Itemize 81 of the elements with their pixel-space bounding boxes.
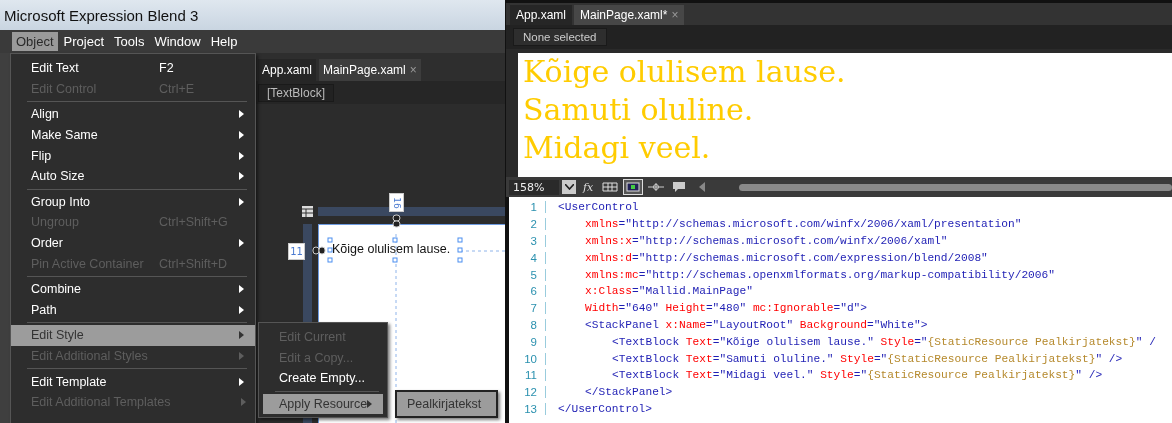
code-line: xmlns:x="http://schemas.microsoft.com/winfx/2006/xaml"	[584, 235, 948, 247]
menu-bar-item[interactable]: Window	[150, 32, 205, 51]
document-tab[interactable]: App.xaml	[258, 59, 317, 81]
submenu-arrow-icon	[239, 131, 244, 140]
line-number: 4	[509, 251, 546, 264]
line-number: 3	[509, 235, 546, 247]
line-number: 13	[509, 402, 546, 415]
code-line: xmlns:d="http://schemas.microsoft.com/expression/blend/2008"	[584, 251, 988, 264]
code-line: xmlns="http://schemas.microsoft.com/winfx/2006/xaml/presentation"	[584, 218, 1022, 231]
menu-item[interactable]: Flip	[11, 145, 255, 166]
line-number: 7	[509, 302, 546, 315]
margin-badge: 16	[389, 193, 404, 212]
zoom-field[interactable]: 158%	[509, 179, 559, 195]
submenu-arrow-icon	[239, 172, 244, 181]
code-line: xmlns:mc="http://schemas.openxmlformats.org/markup-compatibility/2006"	[584, 268, 1055, 281]
code-line: x:Class="Mallid.MainPage"	[584, 285, 753, 298]
caret-icon	[564, 184, 574, 190]
code-line: <UserControl	[558, 201, 639, 214]
document-tab[interactable]: MainPage.xaml ×	[319, 59, 421, 81]
submenu-arrow-icon	[239, 305, 244, 314]
document-tab[interactable]: MainPage.xaml* ×	[574, 5, 685, 25]
menu-bar-item[interactable]: Help	[206, 32, 242, 51]
line-number: 12	[509, 386, 546, 399]
scrollbar[interactable]	[739, 183, 1172, 191]
chain-icon[interactable]	[392, 214, 401, 228]
grid-icon[interactable]	[302, 206, 313, 217]
margin-badge: 11	[288, 243, 305, 260]
code-line: Width="640" Height="480" mc:Ignorable="d">	[584, 302, 868, 315]
submenu-arrow-icon	[239, 197, 244, 206]
submenu-arrow-icon	[239, 285, 244, 294]
window-title: Microsoft Expression Blend 3	[4, 6, 199, 24]
submenu-arrow-icon	[239, 239, 244, 248]
menu-bar-item[interactable]: Object	[12, 32, 58, 51]
submenu-arrow-icon	[367, 400, 373, 409]
submenu-arrow-icon	[240, 398, 246, 407]
menu-item[interactable]: Edit Text F2	[11, 58, 255, 79]
chain-icon[interactable]	[312, 246, 326, 255]
menu-item[interactable]: Edit Style	[11, 325, 255, 346]
menu-bar-item[interactable]: Project	[59, 32, 109, 51]
menu-item[interactable]: Combine	[11, 278, 255, 300]
code-line: </StackPanel>	[584, 386, 673, 399]
grid-icon[interactable]	[600, 179, 621, 195]
menu-item[interactable]: Auto Size	[11, 165, 255, 187]
code-line: <TextBlock Text="Samuti oluline." Style="{StaticResource Pealkirjatekst}" />	[611, 352, 1123, 365]
line-number: 8	[509, 318, 546, 331]
snap-icon[interactable]	[623, 179, 644, 195]
menu-item[interactable]: Align	[11, 104, 255, 125]
menu-item[interactable]: Make Same	[11, 124, 255, 146]
code-line: </UserControl>	[558, 402, 652, 415]
line-number: 1	[509, 201, 546, 214]
menu-bar-item[interactable]: Tools	[110, 32, 149, 51]
heading-text: Samuti oluline.	[523, 91, 755, 129]
code-line: <TextBlock Text="Kõige olulisem lause." Style="{StaticResource Pealkirjatekst}" /	[611, 335, 1156, 348]
breadcrumb[interactable]: None selected	[513, 28, 607, 46]
scroll-left-icon[interactable]	[698, 182, 707, 192]
line-number: 6	[509, 285, 546, 298]
line-number: 5	[509, 268, 546, 281]
breadcrumb[interactable]: [TextBlock]	[258, 83, 335, 102]
heading-text: Kõige olulisem lause.	[523, 53, 847, 91]
code-line: <TextBlock Text="Midagi veel." Style="{StaticResource Pealkirjatekst}" />	[611, 369, 1103, 382]
submenu-arrow-icon	[239, 377, 244, 386]
line-number: 10	[509, 352, 546, 365]
submenu-arrow-icon	[239, 151, 244, 160]
menu-item[interactable]: Path	[11, 299, 255, 321]
dropdown-button[interactable]	[562, 180, 576, 194]
selection-handles[interactable]	[326, 236, 464, 264]
menu-item[interactable]: Group Into	[11, 191, 255, 213]
menu-item[interactable]: Order	[11, 232, 255, 254]
heading-text: Midagi veel.	[523, 129, 712, 167]
line-number: 9	[509, 335, 546, 348]
menu-item[interactable]: Create Empty...	[259, 368, 387, 389]
line-number: 11	[509, 369, 546, 382]
submenu-arrow-icon	[239, 331, 244, 340]
menu-item[interactable]: Apply Resource	[263, 393, 383, 415]
submenu-arrow-icon	[239, 110, 244, 119]
line-number: 2	[509, 218, 546, 231]
document-tab[interactable]: App.xaml	[510, 5, 573, 25]
submenu-arrow-icon	[239, 352, 244, 360]
code-line: <StackPanel x:Name="LayoutRoot" Background="White">	[584, 318, 928, 331]
menu-item[interactable]: Edit Template	[11, 371, 255, 392]
selected-text-block[interactable]: Kõige olulisem lause.	[332, 242, 451, 256]
